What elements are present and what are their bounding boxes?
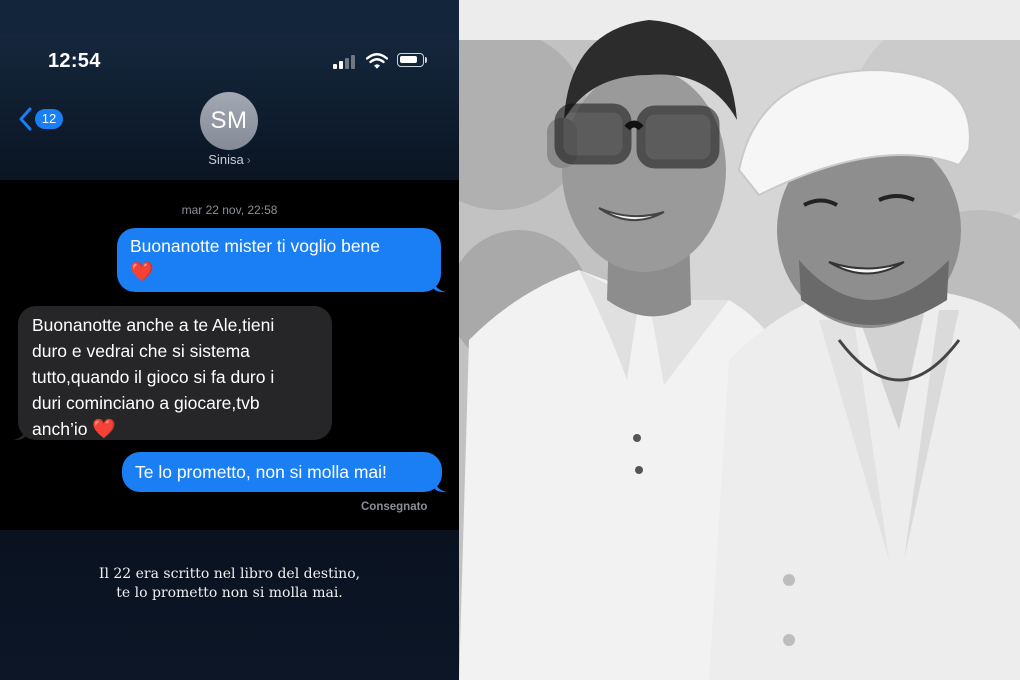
story-caption: Il 22 era scritto nel libro del destino,… [0,565,459,603]
message-text: Te lo prometto, non si molla mai! [135,462,387,482]
message-line: Buonanotte anche a te Ale,tieni [32,315,275,335]
chevron-right-icon: › [246,153,251,167]
message-line: duri cominciano a giocare,tvb [32,393,260,413]
photo-illustration [459,0,1020,680]
story-caption-area [0,530,459,680]
wifi-icon [366,53,388,69]
sent-message-bubble[interactable]: Te lo prometto, non si molla mai! [122,452,442,492]
heart-emoji: ❤️ [130,262,154,283]
sent-message-bubble[interactable]: Buonanotte mister ti voglio bene ❤️ [117,228,441,292]
bubble-tail [433,279,446,293]
contact-name: Sinisa [208,152,244,167]
message-text: Buonanotte mister ti voglio bene [130,236,381,256]
contact-avatar[interactable]: SM [200,92,258,150]
caption-line: te lo prometto non si molla mai. [116,585,343,601]
status-bar-background [0,0,459,34]
battery-icon [397,53,424,67]
imessage-screenshot: 12:54 12 SM Sinisa › mar 22 nov, 22:58 Bu… [0,0,459,680]
message-line: anch’io [32,419,88,439]
contact-name-link[interactable]: Sinisa › [0,152,459,167]
unread-count-badge[interactable]: 12 [35,109,63,129]
photo-two-men [459,0,1020,680]
heart-emoji: ❤️ [92,419,117,440]
message-line: tutto,quando il gioco si fa duro i [32,367,275,387]
caption-line: Il 22 era scritto nel libro del destino, [98,566,361,582]
message-line: duro e vedrai che si sistema [32,341,250,361]
status-icons [333,52,433,70]
cellular-signal-icon [333,53,357,69]
battery-cap [425,57,427,63]
bubble-tail [434,479,447,493]
received-message-bubble[interactable]: Buonanotte anche a te Ale,tieni duro e v… [18,306,332,440]
back-chevron-icon[interactable] [18,107,32,131]
delivery-status: Consegnato [361,501,428,513]
status-time: 12:54 [48,50,101,72]
message-timestamp: mar 22 nov, 22:58 [181,203,278,217]
bubble-tail [13,427,26,441]
